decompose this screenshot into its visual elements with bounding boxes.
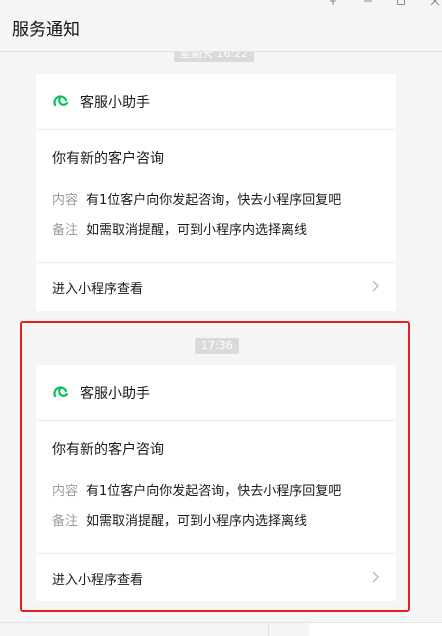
content-row: 内容 有1位客户向你发起咨询，快去小程序回复吧 [52, 189, 341, 208]
pin-icon[interactable] [323, 0, 343, 8]
remark-row: 备注 如需取消提醒，可到小程序内选择离线 [52, 510, 307, 529]
bottom-panel [309, 623, 442, 636]
maximize-icon[interactable] [391, 0, 411, 8]
remark-label: 备注 [52, 223, 79, 238]
service-logo-icon [52, 94, 70, 110]
message-headline: 你有新的客户咨询 [52, 151, 164, 167]
open-mini-program-label: 进入小程序查看 [52, 282, 144, 297]
content-value: 有1位客户向你发起咨询，快去小程序回复吧 [86, 193, 342, 208]
card-body: 你有新的客户咨询 内容 有1位客户向你发起咨询，快去小程序回复吧 备注 如需取消提醒… [36, 421, 396, 554]
remark-value: 如需取消提醒，可到小程序内选择离线 [86, 223, 308, 238]
chevron-right-icon [370, 278, 380, 292]
sender-name: 客服小助手 [80, 386, 150, 402]
open-mini-program-link[interactable]: 进入小程序查看 [36, 263, 396, 311]
message-headline: 你有新的客户咨询 [52, 442, 164, 458]
content-label: 内容 [52, 193, 79, 208]
sender-name: 客服小助手 [80, 95, 150, 111]
message-card: 客服小助手 你有新的客户咨询 内容 有1位客户向你发起咨询，快去小程序回复吧 备注… [36, 74, 396, 311]
remark-value: 如需取消提醒，可到小程序内选择离线 [86, 514, 308, 529]
content-value: 有1位客户向你发起咨询，快去小程序回复吧 [86, 484, 342, 499]
service-notification-window: 服务通知 星期天 16:22 客服小助手 你有新的客户咨询 内容 有1位客户向你… [0, 0, 442, 636]
content-row: 内容 有1位客户向你发起咨询，快去小程序回复吧 [52, 480, 341, 499]
close-icon[interactable] [425, 0, 442, 8]
chevron-right-icon [370, 569, 380, 583]
service-logo-icon [52, 385, 70, 401]
open-mini-program-label: 进入小程序查看 [52, 573, 144, 588]
card-body: 你有新的客户咨询 内容 有1位客户向你发起咨询，快去小程序回复吧 备注 如需取消提醒… [36, 130, 396, 263]
content-label: 内容 [52, 484, 79, 499]
timestamp-badge: 星期天 16:22 [174, 52, 255, 62]
timestamp-badge: 17:36 [195, 338, 239, 354]
title-bar: 服务通知 [0, 0, 442, 52]
bottom-separator [268, 623, 269, 636]
card-header: 客服小助手 [36, 74, 396, 130]
card-header: 客服小助手 [36, 365, 396, 421]
message-list[interactable]: 星期天 16:22 客服小助手 你有新的客户咨询 内容 有1位客户向你发起咨询，快… [0, 52, 442, 636]
message-card: 客服小助手 你有新的客户咨询 内容 有1位客户向你发起咨询，快去小程序回复吧 备注… [36, 365, 396, 601]
window-title: 服务通知 [12, 20, 80, 40]
remark-label: 备注 [52, 514, 79, 529]
open-mini-program-link[interactable]: 进入小程序查看 [36, 554, 396, 602]
remark-row: 备注 如需取消提醒，可到小程序内选择离线 [52, 219, 307, 238]
minimize-icon[interactable] [358, 0, 378, 8]
